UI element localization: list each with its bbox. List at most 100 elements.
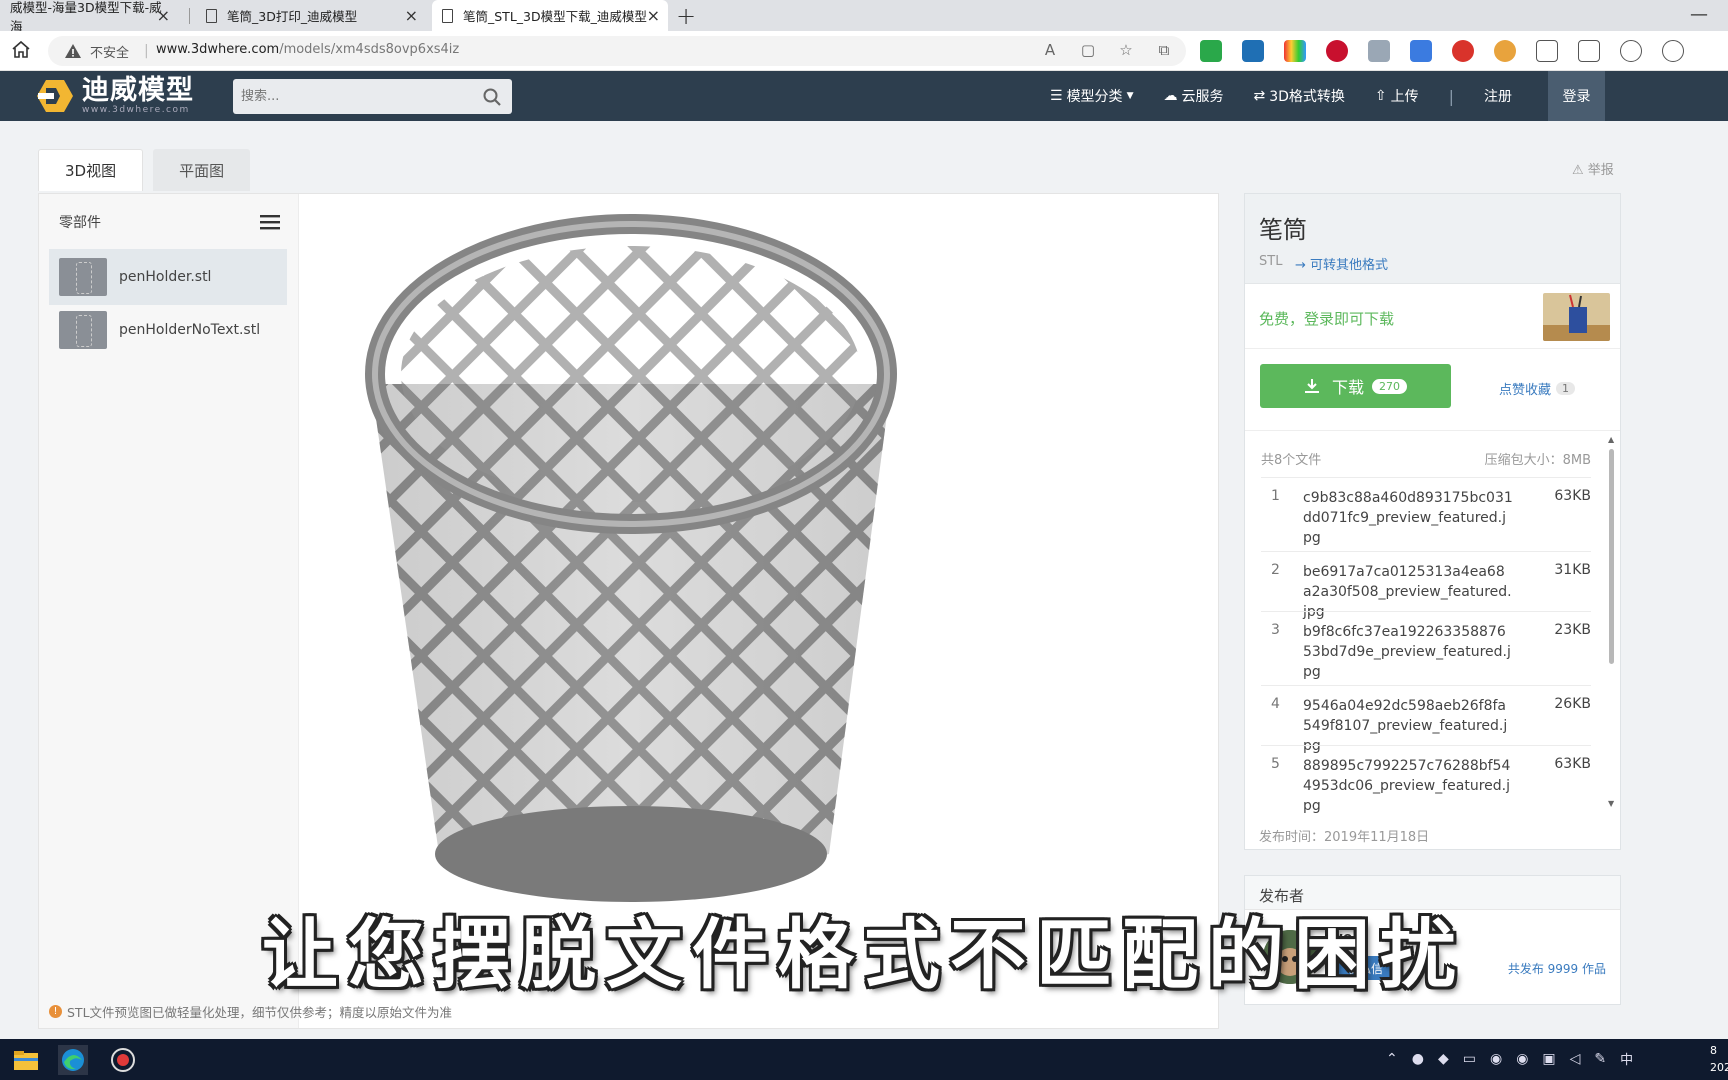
battery-icon[interactable]: ▭	[1463, 1051, 1476, 1067]
file-row[interactable]: 1 c9b83c88a460d893175bc031dd071fc9_previ…	[1261, 477, 1591, 551]
screen-recorder-icon[interactable]	[108, 1045, 138, 1075]
part-item[interactable]: penHolderNoText.stl	[49, 302, 287, 358]
view-tabs: 3D视图 平面图	[38, 149, 260, 191]
file-row[interactable]: 3 b9f8c6fc37ea19226335887653bd7d9e_previ…	[1261, 611, 1591, 685]
file-index: 1	[1271, 488, 1280, 504]
home-icon[interactable]	[10, 39, 32, 61]
security-label: 不安全	[90, 46, 130, 61]
minimize-icon[interactable]: —	[1690, 4, 1708, 25]
info-icon: !	[49, 1005, 62, 1018]
browser-tab-strip: 威模型-海量3D模型下载-威海 × 笔筒_3D打印_迪威模型 × 笔筒_STL_…	[0, 0, 1728, 34]
puzzle-icon[interactable]: ⧉	[1154, 41, 1174, 59]
file-list-scrollbar[interactable]: ▲ ▼	[1608, 435, 1615, 810]
download-button[interactable]: 下载 270	[1260, 364, 1451, 408]
file-index: 3	[1271, 622, 1280, 638]
new-tab-icon[interactable]: +	[676, 2, 696, 30]
file-size: 31KB	[1554, 562, 1591, 578]
tab-3d-view[interactable]: 3D视图	[38, 149, 144, 191]
read-aloud-icon[interactable]: A	[1040, 41, 1060, 59]
file-row[interactable]: 2 be6917a7ca0125313a4ea68a2a30f508_previ…	[1261, 551, 1591, 620]
part-name: penHolder.stl	[119, 269, 212, 285]
file-explorer-icon[interactable]	[11, 1045, 41, 1075]
scroll-up-icon[interactable]: ▲	[1608, 435, 1614, 444]
file-size: 63KB	[1554, 756, 1591, 772]
site-logo[interactable]: 迪威模型 www.3dwhere.com	[36, 77, 194, 115]
hamburger-menu-icon[interactable]	[259, 212, 281, 232]
close-icon[interactable]: ×	[647, 6, 660, 25]
browser-tab[interactable]: 威模型-海量3D模型下载-威海 ×	[0, 0, 178, 34]
cloud-upload-icon: ☁	[1163, 88, 1178, 104]
fox-extension-icon[interactable]	[1494, 40, 1516, 62]
image-extension-icon[interactable]	[1368, 40, 1390, 62]
nav-upload[interactable]: ⇧ 上传	[1375, 86, 1419, 106]
document-icon	[442, 8, 453, 23]
url-divider: |	[144, 43, 149, 59]
url-field[interactable]: 不安全 | www.3dwhere.com/models/xm4sds8ovp6…	[48, 36, 1186, 66]
model-title: 笔筒	[1259, 216, 1307, 244]
part-thumbnail	[59, 258, 107, 296]
nav-cloud[interactable]: ☁ 云服务	[1163, 86, 1223, 106]
block-extension-icon[interactable]	[1452, 40, 1474, 62]
favorite-label: 点赞收藏	[1499, 383, 1552, 398]
extensions-icon[interactable]	[1536, 40, 1558, 62]
file-row[interactable]: 5 889895c7992257c76288bf544953dc06_previ…	[1261, 745, 1591, 815]
network-icon[interactable]: ▣	[1542, 1051, 1555, 1067]
model-format: STL	[1259, 254, 1283, 269]
edge-browser-icon[interactable]	[58, 1045, 88, 1075]
pen-icon[interactable]: ✎	[1594, 1051, 1606, 1067]
search-icon[interactable]	[482, 87, 502, 107]
nav-categories[interactable]: ☰ 模型分类 ▼	[1050, 86, 1133, 106]
scroll-down-icon[interactable]: ▼	[1608, 799, 1614, 808]
file-size: 23KB	[1554, 622, 1591, 638]
reader-view-icon[interactable]: ▢	[1078, 41, 1098, 59]
report-link[interactable]: ⚠ 举报	[1572, 159, 1614, 178]
volume-icon[interactable]: ◁	[1570, 1051, 1581, 1067]
publish-date: 发布时间：2019年11月18日	[1259, 830, 1430, 845]
file-list-header: 共8个文件 压缩包大小：8MB	[1261, 449, 1591, 468]
convert-format-link[interactable]: → 可转其他格式	[1295, 254, 1388, 273]
color-extension-icon[interactable]	[1284, 40, 1306, 62]
chevron-up-icon[interactable]: ⌃	[1386, 1051, 1398, 1067]
app-tray-icon[interactable]: ◉	[1516, 1051, 1528, 1067]
shield-icon[interactable]: ◆	[1438, 1051, 1449, 1067]
opera-extension-icon[interactable]	[1326, 40, 1348, 62]
part-item[interactable]: penHolder.stl	[49, 249, 287, 305]
scrollbar-thumb[interactable]	[1609, 449, 1614, 664]
tab-title: 笔筒_3D打印_迪威模型	[227, 9, 358, 24]
url-host: www.3dwhere.com	[156, 42, 280, 57]
clock[interactable]: 8 202	[1710, 1042, 1728, 1076]
browser-tab[interactable]: 笔筒_3D打印_迪威模型 ×	[196, 0, 426, 31]
model-preview-thumbnail[interactable]	[1543, 293, 1610, 341]
microphone-icon[interactable]: ●	[1412, 1051, 1424, 1067]
download-label: 下载	[1331, 378, 1364, 397]
history-icon[interactable]	[1620, 40, 1642, 62]
video-subtitle: 让您摆脱文件格式不匹配的困扰	[262, 910, 1466, 999]
close-icon[interactable]: ×	[157, 6, 170, 25]
favorites-icon[interactable]	[1578, 40, 1600, 62]
favorite-count-badge: 1	[1556, 382, 1576, 395]
browser-tab-active[interactable]: 笔筒_STL_3D模型下载_迪威模型 ×	[432, 0, 668, 31]
shield-extension-icon[interactable]	[1200, 40, 1222, 62]
input-method-indicator[interactable]: 中	[1620, 1049, 1633, 1068]
nav-convert[interactable]: ⇄ 3D格式转换	[1253, 86, 1344, 106]
report-label: 举报	[1587, 163, 1614, 178]
app-tray-icon[interactable]: ◉	[1490, 1051, 1502, 1067]
file-name: 889895c7992257c76288bf544953dc06_preview…	[1303, 758, 1511, 814]
file-size: 26KB	[1554, 696, 1591, 712]
tab-plan-view[interactable]: 平面图	[153, 149, 251, 191]
search-input[interactable]	[241, 86, 461, 106]
settings-gear-icon[interactable]	[1662, 40, 1684, 62]
favorite-button[interactable]: 点赞收藏 1	[1499, 379, 1576, 398]
document-icon	[206, 8, 217, 23]
close-icon[interactable]: ×	[405, 6, 418, 25]
site-header: 迪威模型 www.3dwhere.com ☰ 模型分类 ▼ ☁ 云服务 ⇄ 3D…	[0, 71, 1728, 121]
convert-link-label: 可转其他格式	[1310, 258, 1389, 273]
translate-extension-icon[interactable]	[1410, 40, 1432, 62]
part-thumbnail	[59, 311, 107, 349]
new-extension-icon[interactable]	[1242, 40, 1264, 62]
nav-register[interactable]: 注册	[1484, 86, 1512, 106]
favorite-star-icon[interactable]: ☆	[1116, 41, 1136, 59]
model-header: 笔筒 STL → 可转其他格式	[1245, 194, 1620, 284]
file-row[interactable]: 4 9546a04e92dc598aeb26f8fa549f8107_previ…	[1261, 685, 1591, 754]
login-button[interactable]: 登录	[1548, 71, 1605, 121]
